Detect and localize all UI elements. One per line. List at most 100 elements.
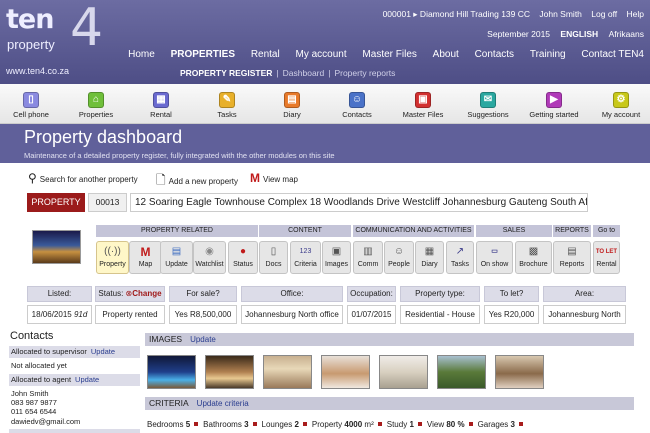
property-photo-bedroom[interactable] [379,355,428,389]
group-sales: SALES [476,225,552,237]
status-button[interactable]: ● Status [228,241,258,274]
toolbar-suggestions[interactable]: ✉ Suggestions [453,92,523,119]
toolbar-rental[interactable]: ▦ Rental [126,92,196,119]
header: ten 4 property www.ten4.co.za 000001 ▸ D… [0,0,650,84]
study-count: 1 [409,420,414,429]
property-thumbnail[interactable] [32,230,81,264]
contacts-bar-next [9,429,140,433]
update-supervisor-link[interactable]: Update [91,347,115,356]
toolbar-tasks[interactable]: ✎ Tasks [192,92,262,119]
toolbar-cell-phone[interactable]: ▯ Cell phone [0,92,66,119]
bullet-icon [377,422,382,426]
diary-button[interactable]: ▦ Diary [415,241,444,274]
onshow-button[interactable]: ▭ On show [476,241,513,274]
ten4-logo[interactable]: ten 4 property [6,2,103,58]
docs-icon: ▯ [270,246,277,257]
lounges-count: 2 [294,420,299,429]
brochure-button[interactable]: ▩ Brochure [515,241,552,274]
subnav-property-register[interactable]: PROPERTY REGISTER [180,68,272,78]
nav-my-account[interactable]: My account [296,49,347,60]
tasks-button[interactable]: ↗ Tasks [446,241,474,274]
sub-nav: PROPERTY REGISTER | Dashboard | Property rep… [180,68,396,78]
occupation-value: 01/07/2015 [347,305,396,324]
nav-contact-ten4[interactable]: Contact TEN4 [581,49,644,60]
add-property-link[interactable]: 🗋 Add a new property [156,171,238,192]
nav-properties[interactable]: PROPERTIES [171,49,235,60]
user-bar: 000001 ▸ Diamond Hill Trading 139 CC Joh… [376,9,644,20]
update-criteria-link[interactable]: Update criteria [197,399,249,408]
people-button[interactable]: ☺ People [384,241,414,274]
nav-rental[interactable]: Rental [251,49,280,60]
tolet-value: Yes R20,000 [484,305,539,324]
comm-button[interactable]: ▥ Comm [353,241,383,274]
property-photo-kitchen[interactable] [321,355,370,389]
toolbar-contacts[interactable]: ☺ Contacts [322,92,392,119]
view-percent: 80 % [446,420,465,429]
toolbar-master-files[interactable]: ▣ Master Files [388,92,458,119]
update-button[interactable]: ▤ Update [160,241,193,274]
forsale-header: For sale? [169,286,237,302]
logout-link[interactable]: Log off [591,9,617,19]
document-icon: 🗋 [156,173,166,187]
listed-header: Listed: [27,286,92,302]
docs-button[interactable]: ▯ Docs [259,241,288,274]
toolbar-getting-started[interactable]: ▶ Getting started [519,92,589,119]
edit-icon: ▤ [171,246,182,257]
title-bar: Property dashboard Maintenance of a deta… [0,124,650,163]
files-icon: ▣ [415,92,431,108]
update-agent-link[interactable]: Update [75,375,99,384]
toolbar-diary[interactable]: ▤ Diary [257,92,327,119]
reports-icon: ▤ [567,246,577,257]
search-property-link[interactable]: ⚲ Search for another property [28,171,138,185]
map-button[interactable]: M Map [129,241,162,274]
tolet-header: To let? [484,286,539,302]
subnav-property-reports[interactable]: Property reports [334,68,395,78]
camera-icon: ▣ [331,246,342,257]
toolbar-my-account[interactable]: ⚙ My account [586,92,650,119]
pin-icon: ✎ [219,92,235,108]
user-name[interactable]: John Smith [539,9,582,19]
comm-icon: ▥ [363,246,373,257]
help-link[interactable]: Help [627,9,644,19]
criteria-button[interactable]: 123 Criteria [290,241,321,274]
property-button[interactable]: ((·)) Property [96,241,129,274]
bullet-icon [468,422,473,426]
bathrooms-count: 3 [244,420,249,429]
reports-button[interactable]: ▤ Reports [553,241,591,274]
diary-icon: ▤ [284,92,300,108]
images-button[interactable]: ▣ Images [322,241,351,274]
property-photo-dining[interactable] [495,355,544,389]
area-value: Johannesburg North [543,305,626,324]
property-photo-living[interactable] [205,355,254,389]
property-size: 4000 [344,420,363,429]
brochure-icon: ▩ [528,246,539,257]
toolbar-properties[interactable]: ⌂ Properties [61,92,131,119]
nav-contacts[interactable]: Contacts [475,49,514,60]
watchlist-button[interactable]: ◉ Watchlist [193,241,226,274]
account-name[interactable]: 000001 ▸ Diamond Hill Trading 139 CC [383,9,530,19]
rental-button[interactable]: TO LET Rental [593,241,620,274]
change-status-link[interactable]: Change [132,289,161,298]
nav-master-files[interactable]: Master Files [362,49,416,60]
agent-email[interactable]: dawiedv@gmail.com [11,417,80,426]
bullet-icon [302,422,307,426]
module-toolbar: ▯ Cell phone ⌂ Properties ▦ Rental ✎ Tasks ▤… [0,84,650,124]
nav-home[interactable]: Home [128,49,155,60]
contact-icon: ☺ [349,92,365,108]
nav-about[interactable]: About [433,49,459,60]
nav-training[interactable]: Training [530,49,566,60]
language-afrikaans[interactable]: Afrikaans [609,29,644,39]
agent-bar: Allocated to agent Update [9,374,140,386]
property-photo-garden[interactable] [437,355,486,389]
subnav-dashboard[interactable]: Dashboard [283,68,325,78]
view-map-link[interactable]: M View map [250,171,298,185]
group-goto: Go to [593,225,620,237]
bullet-icon [518,422,523,426]
property-photo-pool[interactable] [147,355,196,389]
property-type-header: Property type: [400,286,480,302]
people-icon: ☺ [393,246,405,257]
language-english[interactable]: ENGLISH [560,29,598,39]
property-photo-lounge[interactable] [263,355,312,389]
page-title: Property dashboard [24,127,183,147]
update-images-link[interactable]: Update [190,335,216,344]
